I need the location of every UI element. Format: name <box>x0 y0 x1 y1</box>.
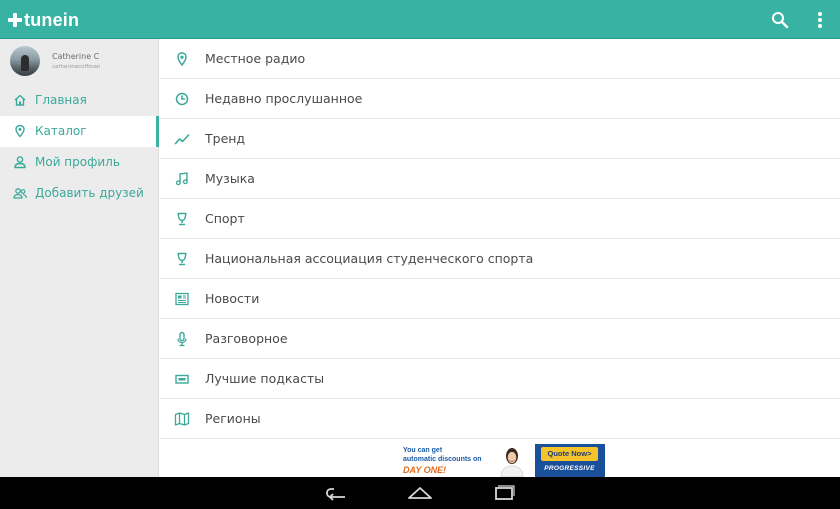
ad-headline: DAY ONE! <box>403 465 447 475</box>
category-label: Тренд <box>205 131 246 146</box>
add-friends-icon <box>13 188 27 199</box>
trophy-icon <box>177 212 187 226</box>
avatar[interactable] <box>10 46 40 76</box>
sidebar-item-profile[interactable]: Мой профиль <box>0 147 159 178</box>
sidebar-item-add-friends[interactable]: Добавить друзей <box>0 178 159 209</box>
category-talk[interactable]: Разговорное <box>160 319 840 359</box>
person-icon <box>14 156 26 169</box>
profile-name: Catherine C <box>52 52 100 61</box>
category-label: Национальная ассоциация студенческого сп… <box>205 251 534 266</box>
home-icon[interactable] <box>406 483 434 503</box>
ad-person-image <box>500 448 524 477</box>
app-bar: tunein <box>0 0 840 39</box>
ad-banner[interactable]: You can get automatic discounts on DAY O… <box>397 444 605 477</box>
music-note-icon <box>175 172 188 186</box>
category-recent[interactable]: Недавно прослушанное <box>160 79 840 119</box>
search-icon[interactable] <box>770 10 790 30</box>
category-label: Спорт <box>205 211 245 226</box>
category-podcasts[interactable]: Лучшие подкасты <box>160 359 840 399</box>
trophy-icon <box>177 252 187 266</box>
map-icon <box>174 412 190 426</box>
clock-icon <box>175 92 189 106</box>
category-label: Разговорное <box>205 331 288 346</box>
ad-brand: PROGRESSIVE <box>544 465 595 472</box>
podcast-icon <box>175 374 189 384</box>
category-list: Местное радио Недавно прослушанное Тренд… <box>160 39 840 439</box>
category-label: Лучшие подкасты <box>205 371 325 386</box>
more-vert-icon[interactable] <box>810 10 830 30</box>
recents-icon[interactable] <box>490 483 518 503</box>
location-pin-icon <box>177 52 187 67</box>
category-ncaa[interactable]: Национальная ассоциация студенческого сп… <box>160 239 840 279</box>
logo-text: tunein <box>24 9 80 30</box>
microphone-icon <box>177 331 187 347</box>
category-label: Местное радио <box>205 51 306 66</box>
quote-now-button[interactable]: Quote Now> <box>541 447 598 461</box>
newspaper-icon <box>175 292 189 306</box>
category-label: Регионы <box>205 411 261 426</box>
sidebar-item-label: Главная <box>35 93 87 107</box>
sidebar-item-home[interactable]: Главная <box>0 85 159 116</box>
trend-icon <box>174 134 190 145</box>
category-news[interactable]: Новости <box>160 279 840 319</box>
user-profile[interactable]: Catherine C catherinecoffman <box>0 39 159 84</box>
location-pin-icon <box>15 124 25 138</box>
navigation-drawer: Catherine C catherinecoffman Главная Кат… <box>0 39 159 477</box>
sidebar-item-label: Мой профиль <box>35 155 120 169</box>
logo-plus-icon <box>8 13 22 27</box>
profile-handle: catherinecoffman <box>52 64 101 70</box>
category-music[interactable]: Музыка <box>160 159 840 199</box>
home-icon <box>14 94 26 106</box>
category-trend[interactable]: Тренд <box>160 119 840 159</box>
category-label: Музыка <box>205 171 255 186</box>
category-label: Новости <box>205 291 260 306</box>
ad-cta-panel: Quote Now> PROGRESSIVE <box>535 444 605 477</box>
category-regions[interactable]: Регионы <box>160 399 840 439</box>
app-root: tunein Catherine C catherinecoffman Глав… <box>0 0 840 509</box>
category-local-radio[interactable]: Местное радио <box>160 39 840 79</box>
ad-text: automatic discounts on <box>403 456 482 463</box>
ad-text: You can get <box>403 447 443 454</box>
sidebar-item-label: Каталог <box>35 124 87 138</box>
tunein-logo[interactable]: tunein <box>8 8 79 32</box>
back-icon[interactable] <box>323 483 351 503</box>
category-label: Недавно прослушанное <box>205 91 363 106</box>
category-sport[interactable]: Спорт <box>160 199 840 239</box>
system-navigation-bar <box>0 477 840 509</box>
sidebar-item-label: Добавить друзей <box>35 186 144 200</box>
sidebar-item-catalog[interactable]: Каталог <box>0 116 159 147</box>
